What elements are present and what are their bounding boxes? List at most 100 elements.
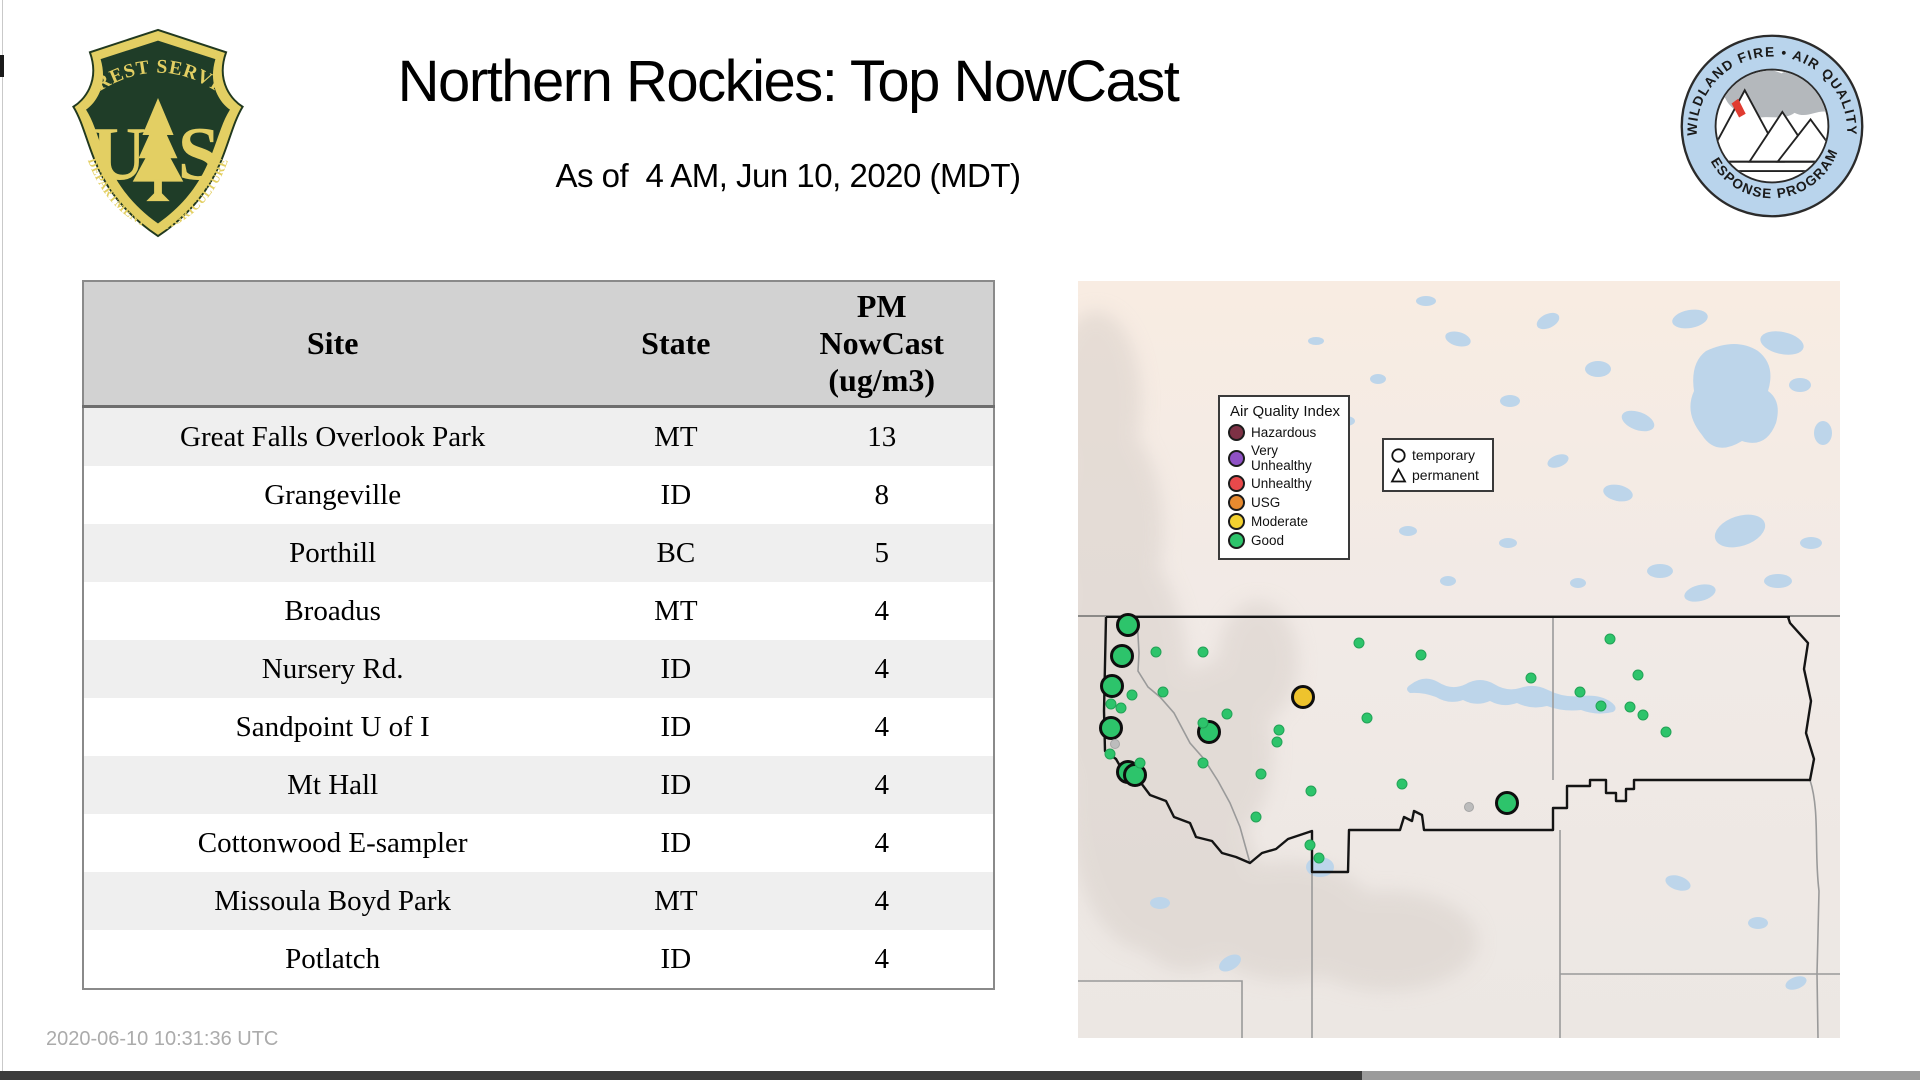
value-cell: 4: [770, 582, 994, 640]
site-cell: Porthill: [83, 524, 582, 582]
marker-label-permanent: permanent: [1412, 467, 1479, 483]
value-cell: 13: [770, 406, 994, 466]
value-cell: 8: [770, 466, 994, 524]
legend-label: Unhealthy: [1251, 476, 1312, 491]
site-cell: Grangeville: [83, 466, 582, 524]
marker-legend: temporary permanent: [1382, 438, 1494, 492]
marker-label-temporary: temporary: [1412, 447, 1476, 463]
site-cell: Cottonwood E-sampler: [83, 814, 582, 872]
temporary-marker-icon: [1391, 447, 1406, 463]
site-dot-good: [1525, 672, 1537, 684]
state-cell: MT: [581, 406, 771, 466]
value-cell: 4: [770, 872, 994, 930]
site-dot-good: [1273, 724, 1285, 736]
wfaqrp-badge-icon: WILDLAND FIRE • AIR QUALITY RESPONSE PRO…: [1672, 20, 1864, 218]
site-dot-good: [1134, 757, 1146, 769]
legend-label: USG: [1251, 495, 1281, 510]
site-dot-good-large: [1116, 613, 1140, 637]
table-row: Potlatch ID 4: [83, 930, 994, 989]
table-row: Missoula Boyd Park MT 4: [83, 872, 994, 930]
table-header: Site State PM NowCast (ug/m3): [83, 281, 994, 408]
value-cell: 4: [770, 756, 994, 814]
aqi-legend-items: Hazardous Very Unhealthy Unhealthy USG Moder…: [1228, 424, 1342, 549]
site-dot-good: [1305, 785, 1317, 797]
site-dot-good: [1595, 700, 1607, 712]
site-dot-good: [1624, 701, 1636, 713]
table-row: Cottonwood E-sampler ID 4: [83, 814, 994, 872]
site-dot-good: [1396, 778, 1408, 790]
legend-label: Very Unhealthy: [1251, 443, 1312, 473]
column-header-pm-nowcast: PM NowCast (ug/m3): [770, 281, 994, 408]
site-dot-good: [1353, 637, 1365, 649]
column-header-state: State: [581, 281, 771, 408]
value-cell: 4: [770, 640, 994, 698]
bottom-scrollbar-thumb[interactable]: [0, 1071, 1362, 1080]
table-row: Broadus MT 4: [83, 582, 994, 640]
aqi-map: Air Quality Index Hazardous Very Unhealth…: [1078, 281, 1840, 1038]
site-cell: Potlatch: [83, 930, 582, 989]
nowcast-table: Site State PM NowCast (ug/m3) Great Fall…: [82, 280, 995, 990]
site-dot-good-large: [1099, 716, 1123, 740]
legend-item-moderate: Moderate: [1228, 513, 1342, 530]
site-dot-good: [1197, 646, 1209, 658]
site-cell: Broadus: [83, 582, 582, 640]
state-cell: ID: [581, 698, 771, 756]
site-dot-good: [1637, 709, 1649, 721]
aqi-legend: Air Quality Index Hazardous Very Unhealth…: [1218, 395, 1350, 560]
column-header-site: Site: [83, 281, 582, 408]
legend-item-unhealthy: Unhealthy: [1228, 475, 1342, 492]
site-cell: Nursery Rd.: [83, 640, 582, 698]
value-cell: 4: [770, 698, 994, 756]
table-row: Mt Hall ID 4: [83, 756, 994, 814]
page-title: Northern Rockies: Top NowCast: [397, 49, 1180, 114]
state-cell: ID: [581, 930, 771, 989]
legend-swatch-icon: [1228, 494, 1245, 511]
site-dot-good: [1197, 757, 1209, 769]
legend-item-good: Good: [1228, 532, 1342, 549]
table-row: Nursery Rd. ID 4: [83, 640, 994, 698]
state-cell: MT: [581, 582, 771, 640]
state-cell: MT: [581, 872, 771, 930]
site-cell: Mt Hall: [83, 756, 582, 814]
legend-item-hazardous: Hazardous: [1228, 424, 1342, 441]
table-row: Grangeville ID 8: [83, 466, 994, 524]
site-dot-good: [1574, 686, 1586, 698]
value-cell: 4: [770, 814, 994, 872]
legend-item-very-unhealthy: Very Unhealthy: [1228, 443, 1342, 473]
table-row: Porthill BC 5: [83, 524, 994, 582]
site-dot-good: [1115, 702, 1127, 714]
legend-swatch-icon: [1228, 532, 1245, 549]
site-dot-inactive: [1464, 802, 1474, 812]
site-dot-inactive: [1110, 739, 1120, 749]
legend-item-usg: USG: [1228, 494, 1342, 511]
site-dot-good-large: [1100, 674, 1124, 698]
site-dot-good: [1604, 633, 1616, 645]
header: Northern Rockies: Top NowCast As of 4 AM…: [0, 48, 1576, 195]
legend-swatch-icon: [1228, 449, 1245, 467]
generated-timestamp: 2020-06-10 10:31:36 UTC: [46, 1028, 279, 1050]
site-dot-good-large: [1495, 791, 1519, 815]
value-cell: 5: [770, 524, 994, 582]
state-cell: ID: [581, 814, 771, 872]
marker-row-temporary: temporary: [1390, 445, 1486, 465]
marker-row-permanent: permanent: [1390, 465, 1486, 485]
aqi-legend-title: Air Quality Index: [1230, 403, 1341, 420]
site-dot-good: [1255, 768, 1267, 780]
permanent-marker-icon: [1390, 467, 1407, 482]
site-dot-good: [1304, 839, 1316, 851]
site-dot-good: [1250, 811, 1262, 823]
state-cell: ID: [581, 466, 771, 524]
bottom-scrollbar-track[interactable]: [1362, 1071, 1920, 1080]
site-cell: Great Falls Overlook Park: [83, 406, 582, 466]
table-body: Great Falls Overlook Park MT 13 Grangeville…: [83, 406, 994, 989]
legend-swatch-icon: [1228, 424, 1245, 441]
legend-label: Good: [1251, 533, 1285, 548]
site-dot-good: [1157, 686, 1169, 698]
site-dot-good: [1313, 852, 1325, 864]
table-row: Sandpoint U of I ID 4: [83, 698, 994, 756]
legend-swatch-icon: [1228, 475, 1245, 492]
site-dot-good: [1660, 726, 1672, 738]
state-cell: ID: [581, 756, 771, 814]
page-subtitle: As of 4 AM, Jun 10, 2020 (MDT): [555, 157, 1021, 194]
legend-label: Moderate: [1251, 514, 1309, 529]
